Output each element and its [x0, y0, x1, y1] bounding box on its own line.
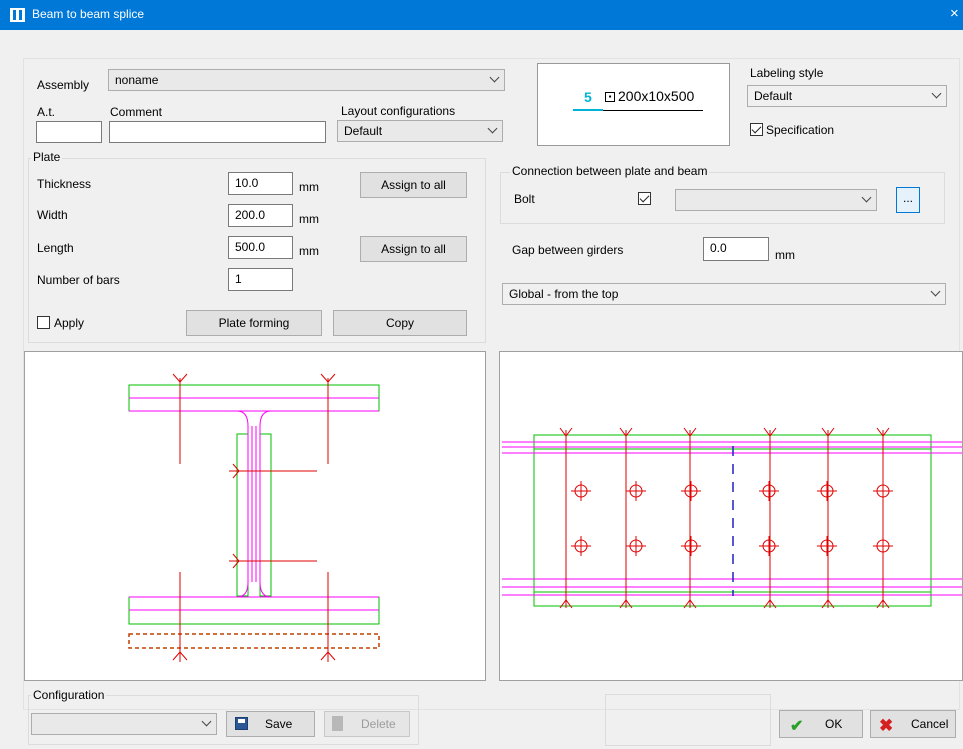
width-label: Width — [37, 208, 68, 222]
at-field[interactable] — [36, 121, 102, 143]
window-title: Beam to beam splice — [32, 7, 145, 21]
labeling-style-value: Default — [754, 89, 793, 103]
thickness-unit: mm — [299, 180, 319, 194]
number-of-bars-label: Number of bars — [37, 273, 120, 287]
apply-label: Apply — [54, 316, 85, 330]
connection-group-title: Connection between plate and beam — [510, 164, 710, 178]
section-view-panel — [24, 351, 486, 681]
bolt-label: Bolt — [514, 192, 535, 206]
copy-button[interactable]: Copy — [333, 310, 467, 336]
comment-label: Comment — [110, 105, 163, 119]
specification-label: Specification — [766, 123, 835, 137]
delete-label: Delete — [361, 717, 396, 731]
chevron-down-icon — [201, 716, 212, 727]
plate-group-title: Plate — [31, 150, 63, 164]
status-box — [605, 694, 771, 746]
title-bar: Beam to beam splice × — [0, 0, 963, 30]
plate-forming-button[interactable]: Plate forming — [186, 310, 322, 336]
length-unit: mm — [299, 244, 319, 258]
length-field[interactable]: 500.0 — [228, 236, 293, 259]
close-icon[interactable]: × — [950, 5, 959, 22]
plan-view-panel — [499, 351, 963, 681]
view-select[interactable]: Global - from the top — [502, 283, 946, 305]
gap-label: Gap between girders — [512, 243, 624, 257]
assembly-select[interactable]: noname — [108, 69, 505, 91]
specification-checkbox[interactable] — [750, 123, 763, 136]
beam-plan-drawing — [502, 427, 962, 609]
ok-label: OK — [825, 717, 843, 731]
layout-configurations-select[interactable]: Default — [337, 120, 503, 142]
bolt-checkbox[interactable] — [638, 192, 651, 205]
assign-to-all-length-button[interactable]: Assign to all — [360, 236, 467, 262]
preview-profile: 200x10x500 — [618, 88, 695, 104]
layout-configurations-value: Default — [344, 124, 383, 138]
width-unit: mm — [299, 212, 319, 226]
thickness-label: Thickness — [37, 177, 92, 191]
cancel-button[interactable]: ✖ Cancel — [870, 710, 956, 738]
preview-number: 5 — [584, 89, 592, 105]
thickness-field[interactable]: 10.0 — [228, 172, 293, 195]
chevron-down-icon — [930, 286, 941, 297]
chevron-down-icon — [861, 192, 872, 203]
save-button[interactable]: Save — [226, 711, 315, 737]
bolt-select[interactable] — [675, 189, 877, 211]
preview-underline — [603, 110, 703, 111]
cancel-x-icon: ✖ — [879, 716, 894, 735]
chevron-down-icon — [931, 88, 942, 99]
chevron-down-icon — [487, 123, 498, 134]
ok-button[interactable]: ✔ OK — [779, 710, 863, 738]
profile-icon: ▪ — [605, 92, 615, 102]
label-preview: 5 ▪ 200x10x500 — [537, 63, 730, 146]
labeling-style-label: Labeling style — [750, 66, 824, 80]
width-field[interactable]: 200.0 — [228, 204, 293, 227]
app-icon — [10, 8, 25, 22]
configuration-select[interactable] — [31, 713, 217, 735]
comment-field[interactable] — [109, 121, 326, 143]
gap-field[interactable]: 0.0 — [703, 237, 769, 261]
delete-button: Delete — [324, 711, 410, 737]
cancel-label: Cancel — [911, 717, 949, 731]
gap-unit: mm — [775, 248, 795, 262]
length-label: Length — [37, 241, 74, 255]
view-value: Global - from the top — [509, 287, 619, 301]
apply-checkbox[interactable] — [37, 316, 50, 329]
beam-section-drawing — [128, 373, 380, 662]
chevron-down-icon — [489, 72, 500, 83]
trash-icon — [332, 716, 343, 731]
assembly-label: Assembly — [37, 78, 90, 92]
assembly-value: noname — [115, 73, 159, 87]
save-label: Save — [265, 717, 293, 731]
preview-underline-accent — [573, 109, 603, 111]
at-label: A.t. — [37, 105, 56, 119]
checkmark-icon: ✔ — [790, 718, 804, 735]
labeling-style-select[interactable]: Default — [747, 85, 947, 107]
configuration-group-title: Configuration — [31, 688, 107, 702]
layout-configurations-label: Layout configurations — [341, 104, 456, 118]
number-of-bars-field[interactable]: 1 — [228, 268, 293, 291]
save-icon — [235, 717, 248, 730]
assign-to-all-button[interactable]: Assign to all — [360, 172, 467, 198]
bolt-more-button[interactable]: ... — [896, 187, 920, 213]
